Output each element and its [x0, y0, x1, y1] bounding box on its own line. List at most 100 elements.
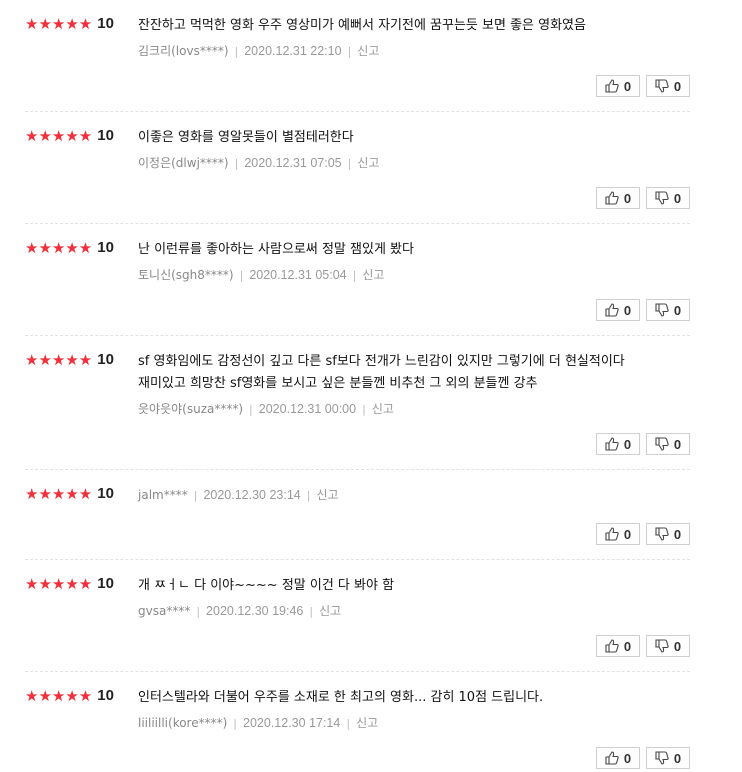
dislike-button[interactable]: 0: [646, 75, 690, 97]
review-text: 난 이런류를 좋아하는 사람으로써 정말 잼있게 봤다: [138, 242, 414, 257]
star-rating-icons: ★★★★★: [25, 239, 93, 257]
vote-buttons: 0 0: [596, 635, 690, 657]
like-count: 0: [623, 78, 632, 94]
review-meta: gvsa**** | 2020.12.30 19:46 | 신고: [138, 603, 690, 620]
like-count: 0: [623, 436, 632, 452]
thumbs-up-icon: [605, 79, 619, 93]
like-button[interactable]: 0: [596, 75, 640, 97]
rating-score: 10: [97, 575, 114, 592]
thumbs-down-icon: [655, 437, 669, 451]
rating-score: 10: [97, 239, 114, 256]
review-meta: 김크리(lovs****) | 2020.12.31 22:10 | 신고: [138, 43, 690, 60]
star-rating-icons: ★★★★★: [25, 15, 93, 33]
thumbs-up-icon: [605, 303, 619, 317]
rating: ★★★★★ 10: [25, 15, 114, 33]
star-rating-icons: ★★★★★: [25, 127, 93, 145]
review-item: ★★★★★ 10 인터스텔라와 더불어 우주를 소재로 한 최고의 영화... …: [25, 672, 690, 772]
author-link[interactable]: 읏야읏야(suza****): [138, 402, 243, 416]
star-rating-icons: ★★★★★: [25, 687, 93, 705]
review-text: 개 ㅉㅓㄴ 다 이야~~~~ 정말 이건 다 봐야 함: [138, 578, 395, 593]
star-rating-icons: ★★★★★: [25, 351, 93, 369]
review-text: sf 영화임에도 감정선이 깊고 다른 sf보다 전개가 느린감이 있지만 그렇…: [138, 354, 625, 369]
like-count: 0: [623, 190, 632, 206]
rating: ★★★★★ 10: [25, 351, 114, 369]
divider: |: [249, 403, 253, 416]
thumbs-down-icon: [655, 639, 669, 653]
rating-score: 10: [97, 687, 114, 704]
report-link[interactable]: 신고: [357, 156, 379, 170]
like-button[interactable]: 0: [596, 635, 640, 657]
author-link[interactable]: liiliilli(kore****): [138, 716, 227, 730]
thumbs-up-icon: [605, 751, 619, 765]
vote-buttons: 0 0: [596, 75, 690, 97]
review-text: 재미있고 희망찬 sf영화를 보시고 싶은 분들껜 비추천 그 외의 분들껜 강…: [138, 376, 538, 391]
review-text: 이좋은 영화를 영알못들이 별점테러한다: [138, 130, 354, 145]
report-link[interactable]: 신고: [362, 268, 384, 282]
review-date: 2020.12.30 23:14: [203, 488, 301, 502]
review-meta: 이정은(dlwj****) | 2020.12.31 07:05 | 신고: [138, 155, 690, 172]
rating: ★★★★★ 10: [25, 239, 114, 257]
review-meta: jalm**** | 2020.12.30 23:14 | 신고: [138, 487, 690, 504]
author-link[interactable]: 김크리(lovs****): [138, 44, 229, 58]
author-link[interactable]: 토니신(sgh8****): [138, 268, 234, 282]
vote-buttons: 0 0: [596, 523, 690, 545]
dislike-count: 0: [673, 638, 682, 654]
author-link[interactable]: gvsa****: [138, 604, 190, 618]
divider: |: [196, 605, 201, 618]
divider: |: [193, 489, 198, 502]
rating: ★★★★★ 10: [25, 687, 114, 705]
review-text: 잔잔하고 먹먹한 영화 우주 영상미가 예뻐서 자기전에 꿈꾸는듯 보면 좋은 …: [138, 18, 586, 33]
review-meta: 읏야읏야(suza****) | 2020.12.31 00:00 | 신고: [138, 401, 690, 418]
thumbs-up-icon: [605, 527, 619, 541]
report-link[interactable]: 신고: [372, 402, 394, 416]
vote-buttons: 0 0: [596, 433, 690, 455]
rating: ★★★★★ 10: [25, 485, 114, 503]
thumbs-down-icon: [655, 527, 669, 541]
thumbs-down-icon: [655, 191, 669, 205]
like-button[interactable]: 0: [596, 433, 640, 455]
dislike-button[interactable]: 0: [646, 523, 690, 545]
review-meta: 토니신(sgh8****) | 2020.12.31 05:04 | 신고: [138, 267, 690, 284]
review-date: 2020.12.31 22:10: [244, 44, 342, 58]
dislike-count: 0: [673, 526, 682, 542]
divider: |: [352, 269, 357, 282]
report-link[interactable]: 신고: [356, 716, 378, 730]
rating-score: 10: [97, 15, 114, 32]
divider: |: [239, 269, 244, 282]
dislike-button[interactable]: 0: [646, 299, 690, 321]
report-link[interactable]: 신고: [357, 44, 379, 58]
thumbs-down-icon: [655, 751, 669, 765]
author-link[interactable]: jalm****: [138, 488, 188, 502]
thumbs-up-icon: [605, 639, 619, 653]
like-button[interactable]: 0: [596, 299, 640, 321]
review-item: ★★★★★ 10 개 ㅉㅓㄴ 다 이야~~~~ 정말 이건 다 봐야 함 gvs…: [25, 560, 690, 672]
author-link[interactable]: 이정은(dlwj****): [138, 156, 229, 170]
report-link[interactable]: 신고: [316, 488, 338, 502]
review-date: 2020.12.30 19:46: [206, 604, 304, 618]
dislike-count: 0: [673, 190, 682, 206]
thumbs-down-icon: [655, 303, 669, 317]
divider: |: [306, 489, 311, 502]
review-date: 2020.12.30 17:14: [243, 716, 341, 730]
rating: ★★★★★ 10: [25, 127, 114, 145]
dislike-button[interactable]: 0: [646, 433, 690, 455]
review-item: ★★★★★ 10 잔잔하고 먹먹한 영화 우주 영상미가 예뻐서 자기전에 꿈꾸…: [25, 0, 690, 112]
like-button[interactable]: 0: [596, 523, 640, 545]
divider: |: [347, 157, 352, 170]
review-date: 2020.12.31 07:05: [244, 156, 342, 170]
thumbs-down-icon: [655, 79, 669, 93]
review-list: ★★★★★ 10 잔잔하고 먹먹한 영화 우주 영상미가 예뻐서 자기전에 꿈꾸…: [0, 0, 742, 772]
report-link[interactable]: 신고: [319, 604, 341, 618]
like-button[interactable]: 0: [596, 187, 640, 209]
review-item: ★★★★★ 10 jalm**** | 2020.12.30 23:14 | 신고 0 …: [25, 470, 690, 560]
like-count: 0: [623, 302, 632, 318]
dislike-count: 0: [673, 78, 682, 94]
divider: |: [233, 717, 238, 730]
rating: ★★★★★ 10: [25, 575, 114, 593]
divider: |: [234, 157, 239, 170]
divider: |: [362, 403, 366, 416]
dislike-button[interactable]: 0: [646, 635, 690, 657]
dislike-button[interactable]: 0: [646, 187, 690, 209]
thumbs-up-icon: [605, 191, 619, 205]
star-rating-icons: ★★★★★: [25, 575, 93, 593]
